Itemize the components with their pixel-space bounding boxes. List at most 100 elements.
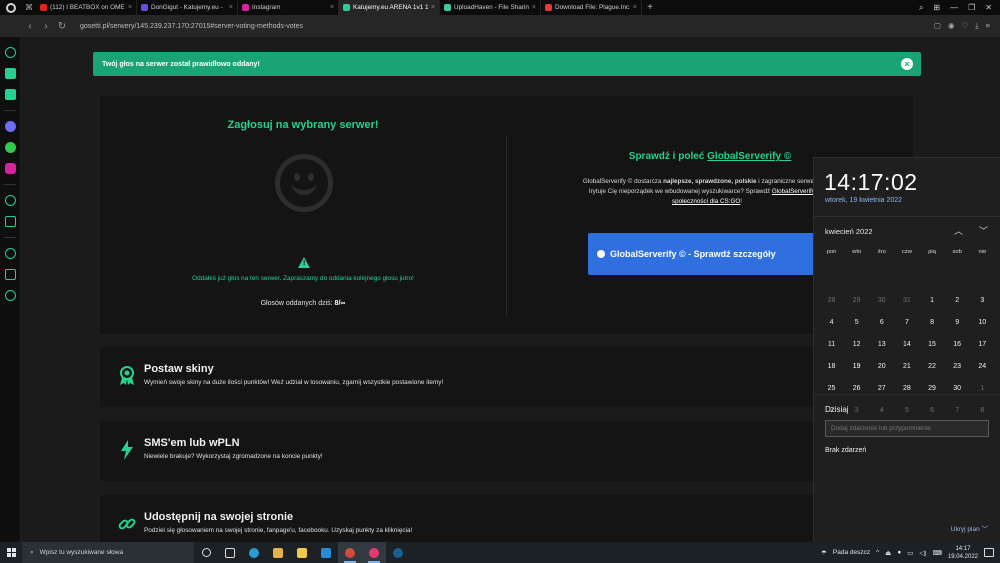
search-tabs-icon[interactable]: ⌕ [919,3,923,13]
steam-icon[interactable] [386,542,410,563]
calendar-day[interactable]: 6 [920,400,945,422]
chevron-up-icon[interactable]: ︿ [954,224,963,237]
close-window-icon[interactable]: ✕ [985,3,992,13]
twitch-icon[interactable] [4,89,16,100]
serverify-details-button[interactable]: GlobalServerify © - Sprawdź szczegóły [588,233,828,275]
tab-close-icon[interactable]: × [431,4,435,11]
calendar-day[interactable]: 7 [894,312,919,334]
browser-tab[interactable]: Download File: Plague.Inc.2 × [541,0,642,15]
calendar-day[interactable]: 4 [819,312,844,334]
calendar-day[interactable]: 8 [970,400,995,422]
microphone-icon[interactable]: ● [897,549,901,556]
hide-plan-button[interactable]: Ukryj plan ﹀ [951,523,988,533]
chevron-down-icon[interactable]: ﹀ [979,224,988,237]
feature-card-skins[interactable]: Postaw skiny Wymień swoje skiny na duże … [100,347,913,407]
calendar-day[interactable]: 10 [970,312,995,334]
calendar-day[interactable]: 27 [869,378,894,400]
keyboard-icon[interactable]: ⌨ [933,549,942,557]
taskbar-clock[interactable]: 14:17 19.04.2022 [948,545,978,561]
calendar-day[interactable]: 20 [869,356,894,378]
calendar-day[interactable]: 30 [945,378,970,400]
snapshot-icon[interactable]: ⊞ [933,3,940,13]
new-tab-button[interactable]: + [642,2,658,13]
browser-tab[interactable]: Instagram × [238,0,339,15]
taskbar-search[interactable]: ⌕ Wpisz tu wyszukiwane słowa [22,542,194,563]
task-view-icon[interactable] [194,542,218,563]
calendar-day[interactable]: 13 [869,334,894,356]
calendar-day-today[interactable]: 19 [844,356,869,378]
calendar-day[interactable]: 14 [894,334,919,356]
calendar-day[interactable]: 2 [945,290,970,312]
list-icon[interactable] [4,216,16,227]
browser-tab[interactable]: DonGigut - Katujemy.eu - × [137,0,238,15]
mail-icon[interactable] [314,542,338,563]
calendar-day[interactable]: 5 [894,400,919,422]
calendar-day[interactable]: 4 [869,400,894,422]
calendar-day[interactable]: 17 [970,334,995,356]
gx-control-icon[interactable] [4,47,16,58]
calendar-day[interactable]: 25 [819,378,844,400]
chrome-app-icon[interactable] [338,542,362,563]
calendar-day[interactable]: 16 [945,334,970,356]
download-icon[interactable]: ⤓ [975,21,978,31]
opera-gx-logo-icon[interactable] [0,0,22,15]
widgets-icon[interactable] [218,542,242,563]
notifications-icon[interactable] [984,548,994,557]
tab-close-icon[interactable]: × [633,4,637,11]
tab-close-icon[interactable]: × [229,4,233,11]
calendar-day[interactable]: 8 [920,312,945,334]
calendar-day[interactable]: 7 [945,400,970,422]
url-field[interactable]: gosetti.pl/serwery/145.239.237.170:27015… [80,23,303,30]
usb-icon[interactable]: ⏏ [885,549,891,557]
calendar-day[interactable]: 21 [894,356,919,378]
volume-icon[interactable]: ◁) [919,549,926,557]
serverify-title-link[interactable]: GlobalServerify © [707,151,791,162]
calendar-month[interactable]: kwiecień 2022 [825,227,873,236]
browser-tab[interactable]: (112) I BEATBOX on OMEGL× [36,0,137,15]
calendar-day[interactable]: 18 [819,356,844,378]
settings-icon[interactable]: ≡ [986,21,990,31]
calendar-day[interactable]: 28 [894,378,919,400]
chevron-up-icon[interactable]: ^ [876,549,879,556]
calendar-day[interactable]: 24 [970,356,995,378]
calendar-day[interactable]: 5 [844,312,869,334]
minimize-icon[interactable]: — [950,3,958,13]
calendar-day[interactable]: 23 [945,356,970,378]
player-icon[interactable] [4,195,16,206]
calendar-day[interactable]: 26 [844,378,869,400]
calendar-day[interactable]: 12 [844,334,869,356]
instagram-icon[interactable] [4,163,16,174]
alert-close-icon[interactable]: × [901,58,913,70]
heart-icon[interactable]: ♡ [962,21,969,31]
calendar-day[interactable]: 31 [894,290,919,312]
forward-icon[interactable]: › [38,21,54,32]
calendar-day[interactable]: 3 [970,290,995,312]
calendar-day[interactable]: 22 [920,356,945,378]
whatsapp-icon[interactable] [4,142,16,153]
file-explorer-icon[interactable] [290,542,314,563]
feature-card-share[interactable]: Udostępnij na swojej stronie Podziel się… [100,495,913,542]
back-icon[interactable]: ‹ [22,21,38,32]
calendar-day[interactable]: 30 [869,290,894,312]
bookmark-icon[interactable]: ▢ [934,21,941,31]
history-icon[interactable] [4,248,16,259]
calendar-day[interactable]: 11 [819,334,844,356]
browser-tab[interactable]: UploadHaven - File Sharing × [440,0,541,15]
event-input[interactable] [825,420,989,437]
restore-icon[interactable]: ❐ [968,3,975,13]
network-icon[interactable]: ▭ [907,549,913,557]
calendar-day[interactable]: 1 [970,378,995,400]
tab-close-icon[interactable]: × [330,4,334,11]
camera-icon[interactable]: ◉ [948,21,955,31]
calendar-day[interactable]: 9 [945,312,970,334]
windows-start-icon[interactable] [0,542,22,563]
calendar-day[interactable]: 15 [920,334,945,356]
reload-icon[interactable]: ↻ [54,21,70,32]
feature-card-sms[interactable]: SMS'em lub wPLN Niewiele brakuje? Wykorz… [100,421,913,481]
desc-link-2[interactable]: społeczności dla CS:GO [672,198,740,205]
calendar-day[interactable]: 1 [920,290,945,312]
weather-text[interactable]: Pada deszcz [833,549,870,556]
store-icon[interactable] [266,542,290,563]
gx-corner-icon[interactable] [4,68,16,79]
calendar-day[interactable]: 28 [819,290,844,312]
